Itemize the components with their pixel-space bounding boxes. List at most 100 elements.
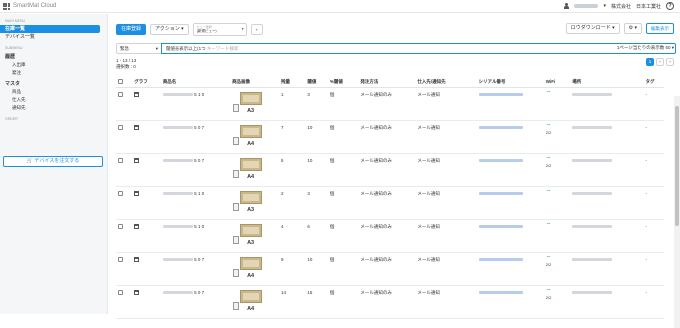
help-icon[interactable]: ?: [666, 2, 674, 10]
row-checkbox[interactable]: [118, 190, 123, 196]
row-product-name[interactable]: 5 1 0: [160, 186, 231, 220]
masked-location: [572, 290, 613, 294]
row-product-name[interactable]: 5 0 7: [160, 252, 231, 286]
col-pct-threshold[interactable]: %閾値: [327, 77, 359, 88]
row-serial[interactable]: [476, 219, 544, 253]
page-1-button[interactable]: 1: [646, 58, 654, 66]
app-menu-icon[interactable]: [3, 3, 10, 10]
sidebar-item-notify-targets[interactable]: 通知先: [0, 104, 107, 112]
pagination: 1 ‹ ›: [646, 58, 674, 66]
row-checkbox[interactable]: [118, 124, 123, 130]
masked-serial-link[interactable]: [478, 224, 523, 228]
select-all-checkbox[interactable]: [118, 78, 123, 84]
row-checkbox[interactable]: [118, 157, 123, 163]
wifi-count: 2/2: [545, 129, 552, 135]
table-row[interactable]: 5 1 0 A3 2 3 個メール通知のみ メール通知 ⌔ -: [116, 186, 664, 220]
product-name-tail: 5 0 7: [194, 289, 205, 295]
scrollbar-thumb[interactable]: [675, 106, 679, 226]
edit-display-button[interactable]: 編集表示: [646, 23, 674, 34]
masked-serial-link[interactable]: [478, 191, 523, 195]
sidebar-item-orders[interactable]: 発注: [0, 69, 107, 77]
masked-serial-link[interactable]: [478, 158, 523, 162]
row-serial[interactable]: [476, 186, 544, 220]
table-row[interactable]: 5 0 7 A4 14 15 個メール通知のみ メール通知 ⌔ 2/2 -: [116, 285, 664, 319]
graph-icon[interactable]: [134, 289, 140, 295]
graph-icon[interactable]: [134, 256, 140, 262]
masked-serial-link[interactable]: [478, 92, 523, 96]
col-location[interactable]: 場所: [570, 77, 644, 88]
chevron-down-icon: ▾: [241, 27, 244, 31]
col-threshold[interactable]: 閾値: [305, 77, 328, 88]
col-supplier[interactable]: 仕入先/通知先: [415, 77, 477, 88]
view-select[interactable]: ビュー選択 (新規ビュー) ▾: [192, 23, 247, 36]
search-chip: 閾値을表示以上(1つ: [166, 46, 206, 51]
col-product-name[interactable]: 商品名: [160, 77, 231, 88]
sidebar-item-products[interactable]: 商品: [0, 88, 107, 96]
col-serial[interactable]: シリアル番号: [476, 77, 544, 88]
row-wifi: ⌔ 2/2: [543, 252, 571, 286]
row-remaining: 4: [278, 219, 306, 253]
prev-page-button[interactable]: ‹: [656, 58, 664, 66]
row-serial[interactable]: [476, 153, 544, 187]
graph-icon[interactable]: [134, 190, 140, 196]
masked-serial-link[interactable]: [478, 290, 523, 294]
row-checkbox[interactable]: [118, 223, 123, 229]
masked-serial-link[interactable]: [478, 125, 523, 129]
graph-icon[interactable]: [134, 91, 140, 97]
row-product-name[interactable]: 5 1 0: [160, 87, 231, 121]
next-page-button[interactable]: ›: [666, 58, 674, 66]
row-checkbox[interactable]: [118, 256, 123, 262]
masked-location: [572, 125, 613, 129]
masked-serial-link[interactable]: [478, 257, 523, 261]
col-tag[interactable]: タグ: [643, 77, 664, 88]
row-serial[interactable]: [476, 285, 544, 319]
row-product-name[interactable]: 5 0 7: [160, 153, 231, 187]
row-serial[interactable]: [476, 120, 544, 154]
table-row[interactable]: 5 0 7 A4 9 10 個メール通知のみ メール通知 ⌔ 2/2 -: [116, 252, 664, 286]
row-checkbox[interactable]: [118, 91, 123, 97]
table-row[interactable]: 5 1 0 A3 4 6 個メール通知のみ メール通知 ⌔ -: [116, 219, 664, 253]
row-serial[interactable]: [476, 87, 544, 121]
table-row[interactable]: 5 0 7 A4 5 10 個メール通知のみ メール通知 ⌔ 2/2 -: [116, 153, 664, 187]
table-row[interactable]: 5 0 7 A4 7 10 個メール通知のみ メール通知 ⌔ 2/2 -: [116, 120, 664, 154]
chevron-down-icon[interactable]: ▾: [603, 3, 606, 9]
col-wifi[interactable]: WiFi: [543, 77, 571, 88]
order-device-button[interactable]: 🛒 デバイスを注文する: [3, 156, 103, 167]
sidebar-group-master: マスタ: [5, 81, 21, 87]
col-graph[interactable]: グラフ: [132, 77, 161, 88]
graph-icon[interactable]: [134, 124, 140, 130]
action-menu-button[interactable]: アクション ▾: [150, 24, 189, 35]
search-input[interactable]: 閾値을表示以上(1つ キーワード検索: [161, 43, 676, 54]
graph-icon[interactable]: [134, 157, 140, 163]
col-order-method[interactable]: 発注方法: [358, 77, 416, 88]
table-row[interactable]: 5 1 0 A3 1 3 個メール通知のみ メール通知 ⌔ -: [116, 87, 664, 121]
vertical-scrollbar[interactable]: [674, 96, 680, 328]
settings-button[interactable]: ⚙ ▾: [623, 23, 642, 34]
box-image: [240, 223, 263, 237]
product-image: A4: [232, 124, 266, 153]
download-button[interactable]: ロウダウンロード ▾: [565, 23, 620, 34]
row-location: [570, 186, 644, 220]
per-page-select[interactable]: 1ページ当たりの表示数 50 ▾: [617, 45, 674, 51]
graph-icon[interactable]: [134, 223, 140, 229]
add-view-button[interactable]: +: [250, 24, 263, 35]
col-remaining[interactable]: 残量: [278, 77, 306, 88]
register-stock-button[interactable]: 在庫登録: [116, 24, 147, 35]
row-graph-cell: [132, 120, 161, 154]
user-icon[interactable]: [564, 3, 570, 9]
sidebar-item-inventory[interactable]: 在庫一覧: [0, 25, 100, 33]
row-select-cell: [116, 285, 133, 319]
search-filter-value: 緊急: [120, 46, 129, 51]
wifi-count: 2/2: [545, 261, 552, 267]
row-product-name[interactable]: 5 0 7: [160, 120, 231, 154]
row-checkbox[interactable]: [118, 289, 123, 295]
sidebar-item-devices[interactable]: デバイス一覧: [0, 33, 107, 41]
sidebar-item-stock-io[interactable]: 入出庫: [0, 61, 107, 69]
masked-location: [572, 92, 613, 96]
search-filter-select[interactable]: 緊急 ▾: [116, 43, 162, 54]
row-product-name[interactable]: 5 0 7: [160, 285, 231, 319]
row-serial[interactable]: [476, 252, 544, 286]
action-label: アクション: [155, 26, 180, 32]
row-product-name[interactable]: 5 1 0: [160, 219, 231, 253]
sidebar-item-suppliers[interactable]: 仕入先: [0, 96, 107, 104]
